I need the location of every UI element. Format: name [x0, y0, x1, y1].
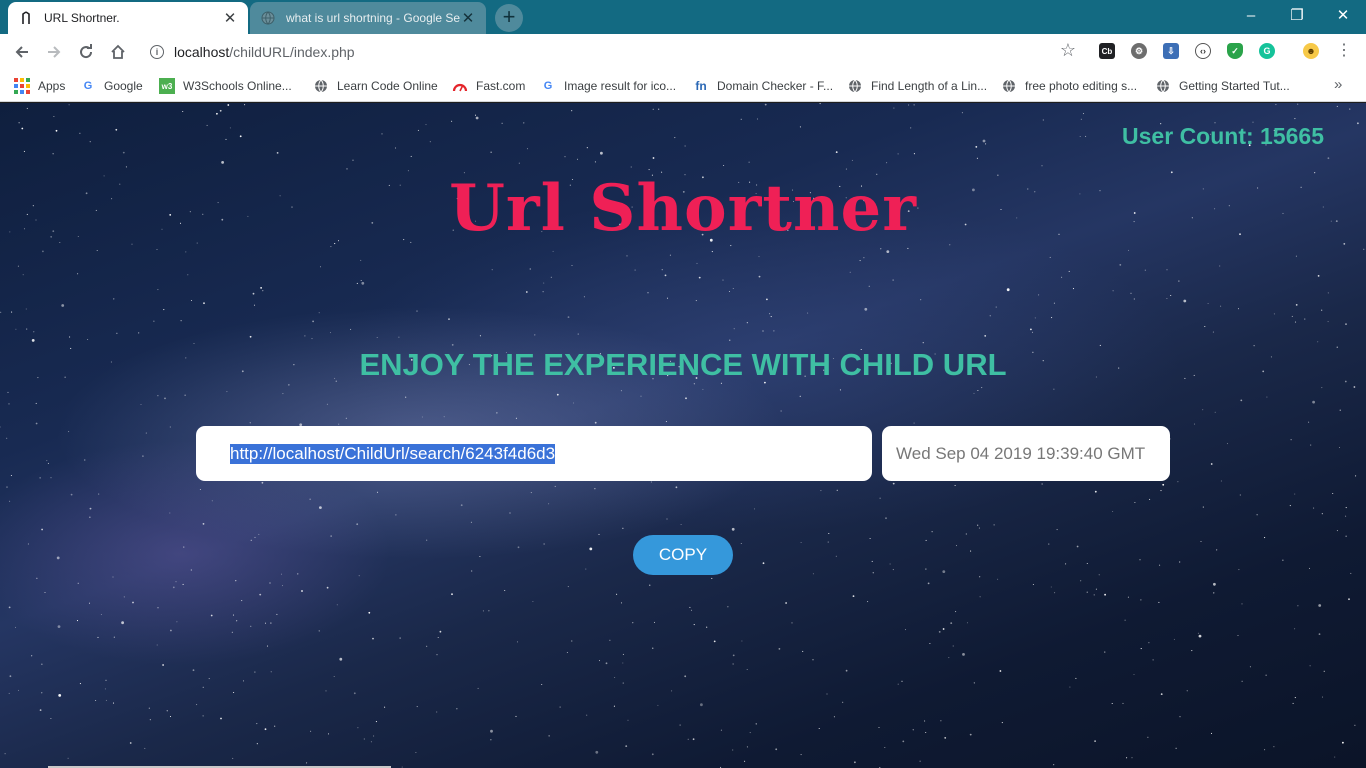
close-tab-icon[interactable]: ✕: [222, 10, 238, 27]
minimize-button[interactable]: –: [1228, 0, 1274, 30]
date-value: Wed Sep 04 2019 19:39:40 GMT: [896, 443, 1146, 463]
bookmark-label: Getting Started Tut...: [1179, 79, 1290, 93]
address-host: localhost: [174, 44, 230, 60]
bookmark-label: Domain Checker - F...: [717, 79, 834, 93]
bookmark-label: Fast.com: [476, 79, 526, 93]
fast-speed-icon: [452, 78, 468, 94]
cb-extension-icon[interactable]: Cb: [1099, 43, 1115, 59]
address-path: /childURL/index.php: [229, 44, 355, 60]
url-shortner-favicon: [18, 10, 34, 26]
bookmark-w3schools[interactable]: w3 W3Schools Online...: [159, 76, 292, 96]
bookmark-image-result[interactable]: G Image result for ico...: [540, 76, 676, 96]
w3schools-icon: w3: [159, 78, 175, 94]
globe-icon: [847, 78, 863, 94]
short-url-field[interactable]: http://localhost/ChildUrl/search/6243f4d…: [196, 426, 872, 481]
short-url-value: http://localhost/ChildUrl/search/6243f4d…: [230, 443, 556, 464]
chrome-menu-icon[interactable]: ⋮: [1336, 40, 1352, 64]
bookmark-label: free photo editing s...: [1025, 79, 1138, 93]
tab-strip: URL Shortner. ✕ what is url shortning - …: [0, 0, 1366, 34]
address-bar[interactable]: i localhost /childURL/index.php: [140, 37, 1090, 67]
tagline: ENJOY THE EXPERIENCE WITH CHILD URL: [359, 347, 1007, 382]
bookmark-domain-checker[interactable]: fn Domain Checker - F...: [693, 76, 833, 96]
tab-google-search[interactable]: what is url shortning - Google Se ✕: [250, 2, 486, 34]
close-tab-icon[interactable]: ✕: [460, 10, 476, 27]
upload-extension-icon[interactable]: ⇩: [1163, 43, 1179, 59]
bookmark-find-length[interactable]: Find Length of a Lin...: [847, 76, 987, 96]
bookmarks-overflow-icon[interactable]: »: [1334, 76, 1342, 93]
tab-title: what is url shortning - Google Se: [286, 11, 460, 25]
reload-icon[interactable]: [72, 38, 100, 66]
shield-extension-icon[interactable]: ✓: [1227, 43, 1243, 59]
bookmark-apps[interactable]: Apps: [14, 76, 65, 96]
tab-title: URL Shortner.: [44, 11, 120, 25]
new-tab-button[interactable]: +: [495, 4, 523, 32]
close-window-button[interactable]: ✕: [1320, 0, 1366, 30]
code-extension-icon[interactable]: ‹›: [1195, 43, 1211, 59]
site-info-icon[interactable]: i: [150, 45, 164, 59]
home-icon[interactable]: [104, 38, 132, 66]
page-title: Url Shortner: [449, 171, 917, 246]
bookmark-learn-code-online[interactable]: Learn Code Online: [313, 76, 438, 96]
user-count: User Count: 15665: [1122, 123, 1324, 149]
bookmark-label: W3Schools Online...: [183, 79, 292, 93]
fn-icon: fn: [695, 79, 707, 93]
tab-url-shortner[interactable]: URL Shortner. ✕: [8, 2, 248, 34]
restore-button[interactable]: ❐: [1274, 0, 1320, 30]
google-icon: G: [543, 80, 553, 92]
apps-grid-icon: [14, 78, 30, 94]
copy-button[interactable]: COPY: [633, 535, 733, 575]
bookmarks-bar: Apps G Google w3 W3Schools Online... Lea…: [0, 70, 1366, 102]
bookmark-label: Apps: [38, 79, 66, 93]
bookmark-getting-started[interactable]: Getting Started Tut...: [1155, 76, 1290, 96]
grammarly-icon[interactable]: G: [1259, 43, 1275, 59]
bookmark-free-photo-editing[interactable]: free photo editing s...: [1001, 76, 1137, 96]
bookmark-fast[interactable]: Fast.com: [452, 76, 525, 96]
globe-icon: [1155, 78, 1171, 94]
bookmark-label: Image result for ico...: [564, 79, 677, 93]
google-icon: G: [83, 80, 93, 92]
bookmark-google[interactable]: G Google: [80, 76, 143, 96]
page-viewport: User Count: 15665 Url Shortner ENJOY THE…: [0, 103, 1366, 768]
bookmark-label: Google: [104, 79, 143, 93]
gear-extension-icon[interactable]: ⚙: [1131, 43, 1147, 59]
back-icon[interactable]: [8, 38, 36, 66]
globe-icon: [260, 10, 276, 26]
bookmark-label: Learn Code Online: [337, 79, 438, 93]
forward-icon[interactable]: [40, 38, 68, 66]
browser-toolbar: i localhost /childURL/index.php ☆ Cb ⚙ ⇩…: [0, 34, 1366, 70]
profile-avatar-icon[interactable]: ☻: [1303, 43, 1319, 59]
date-field[interactable]: Wed Sep 04 2019 19:39:40 GMT: [882, 426, 1170, 481]
bookmark-label: Find Length of a Lin...: [871, 79, 988, 93]
globe-icon: [1001, 78, 1017, 94]
globe-icon: [313, 78, 329, 94]
bookmark-star-icon[interactable]: ☆: [1057, 39, 1079, 61]
